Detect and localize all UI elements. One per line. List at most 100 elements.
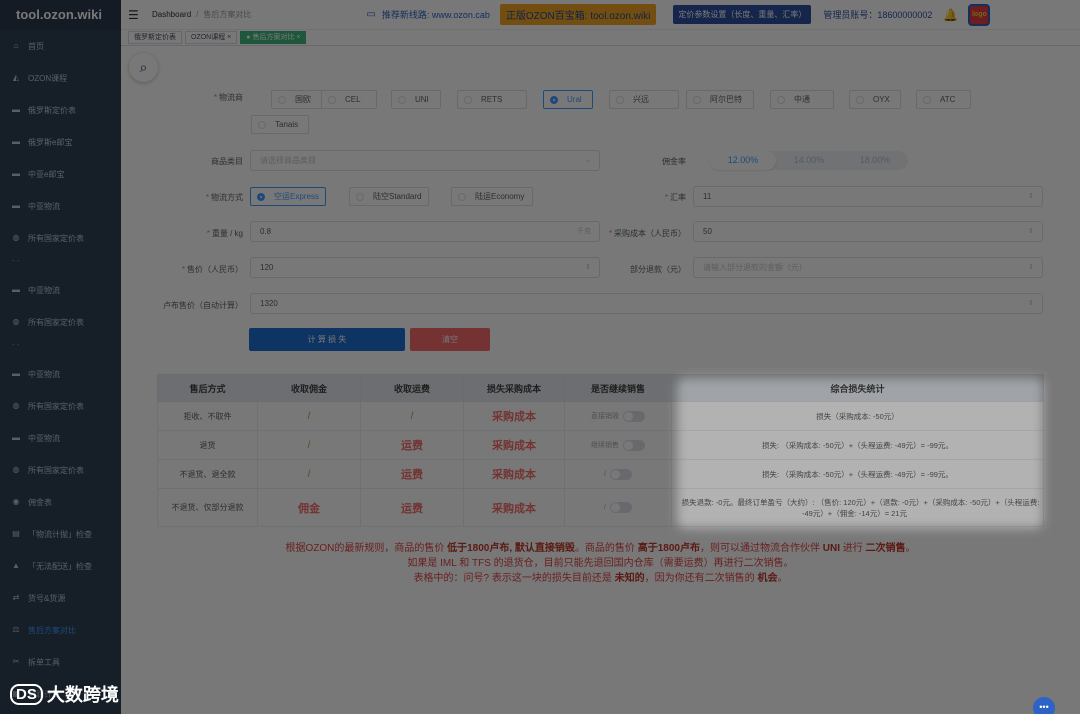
resell-toggle[interactable] xyxy=(623,410,645,422)
carrier-radio[interactable]: Ural xyxy=(543,90,593,109)
route-link[interactable]: 推荐新线路: www.ozon.cab xyxy=(382,8,490,21)
note-line: 表格中的：问号? 表示这一块的损失目前还是 未知的，因为你还有二次销售的 机会。 xyxy=(413,573,788,584)
sidebar-item-label: 所有国家定价表 xyxy=(28,401,84,411)
people-icon: ◉ xyxy=(12,497,20,506)
sidebar-item[interactable]: ▬ 俄罗斯定价表 xyxy=(0,94,121,126)
cost-input[interactable]: 50 ⇕ xyxy=(693,221,1043,242)
tag-aftersale[interactable]: ● 售后方案对比 × xyxy=(240,31,307,44)
sidebar-item[interactable]: ◭ OZON课程 xyxy=(0,62,121,94)
sidebar-item[interactable]: ▬ 俄罗斯e邮宝 xyxy=(0,126,121,158)
method-radio[interactable]: 陆空Standard xyxy=(349,187,429,206)
sidebar-item[interactable]: ▬ 中亚物流 xyxy=(0,358,121,390)
truck-icon: ▬ xyxy=(12,169,20,178)
method-radio[interactable]: 空运Express xyxy=(250,187,326,206)
promo-banner[interactable]: 正版OZON百宝箱: tool.ozon.wiki xyxy=(499,4,657,25)
breadcrumb-separator: / xyxy=(196,10,199,19)
method-radio[interactable]: 陆运Economy xyxy=(451,187,533,206)
sidebar-item[interactable]: ▬ 中亚e邮宝 xyxy=(0,158,121,190)
table-cell: 继续销售 xyxy=(564,430,672,460)
carrier-label-text: RETS xyxy=(481,95,503,104)
app-logo[interactable]: tool.ozon.wiki xyxy=(0,0,121,30)
sidebar-item-label: 中亚物流 xyxy=(28,285,60,295)
watermark-text: 大数跨境 xyxy=(46,685,119,705)
carrier-radio[interactable]: RETS xyxy=(457,90,527,109)
rate-label: * 汇率 xyxy=(664,193,686,202)
category-select[interactable]: 请选择商品类目 ⌄ xyxy=(250,150,600,171)
calculate-button[interactable]: 计 算 损 失 xyxy=(249,328,405,351)
sidebar-item[interactable]: ▬ 中亚物流 xyxy=(0,274,121,306)
carrier-label-text: 阿尔巴特 xyxy=(710,95,742,104)
carrier-radio[interactable]: Tanais xyxy=(251,115,309,134)
carrier-radio[interactable]: 阿尔巴特 xyxy=(686,90,754,109)
search-icon[interactable]: ⌕ xyxy=(129,53,158,82)
stepper-icon[interactable]: ⇕ xyxy=(1028,187,1034,206)
bell-icon[interactable]: 🔔 xyxy=(943,8,958,22)
pricing-params-button[interactable]: 定价参数设置（长度、重量、汇率） xyxy=(673,5,812,24)
sidebar-item[interactable]: ◍ 所有国家定价表 xyxy=(0,454,121,486)
sidebar-item[interactable]: ⚖ 售后方案对比 xyxy=(0,614,121,646)
table-cell: 采购成本 xyxy=(463,430,565,460)
sidebar-item-label: 所有国家定价表 xyxy=(28,465,84,475)
sidebar-item[interactable]: ▬ 中亚物流 xyxy=(0,190,121,222)
sidebar-item-label: 俄罗斯e邮宝 xyxy=(28,137,73,147)
breadcrumb-home[interactable]: Dashboard xyxy=(152,10,191,19)
sidebar-item[interactable]: ▤ 「物流计抛」检查 xyxy=(0,518,121,550)
radio-icon xyxy=(258,120,266,129)
radio-icon xyxy=(616,95,624,104)
rub-input[interactable]: 1320 ⇕ xyxy=(250,293,1043,314)
commission-option[interactable]: 14.00% xyxy=(776,151,842,170)
table-cell: 佣金 xyxy=(257,488,361,527)
carrier-radio[interactable]: OYX xyxy=(849,90,901,109)
carrier-radio[interactable]: ATC xyxy=(916,90,971,109)
carrier-radio[interactable]: 兴远 xyxy=(609,90,679,109)
cost-label: * 采购成本（人民币） xyxy=(608,229,686,238)
truck-icon: ▬ xyxy=(12,137,20,146)
tag-course[interactable]: OZON课程 × xyxy=(185,31,238,44)
carrier-radio[interactable]: 国欧 xyxy=(271,90,323,109)
sidebar-item[interactable]: ◍ 所有国家定价表 xyxy=(0,306,121,338)
sidebar-item[interactable]: ▬ 中亚物流 xyxy=(0,422,121,454)
tag-pricing[interactable]: 俄罗斯定价表 xyxy=(128,31,182,44)
refund-input[interactable]: 请输入部分退款的金额（元） ⇕ xyxy=(693,257,1043,278)
resell-toggle[interactable] xyxy=(609,502,632,513)
globe-icon: ◍ xyxy=(12,465,20,474)
carrier-radio[interactable]: 中通 xyxy=(770,90,834,109)
chat-icon[interactable]: ••• xyxy=(1033,697,1055,714)
scale-icon: ⚖ xyxy=(12,625,20,634)
sidebar-item[interactable]: ⇄ 货号&货源 xyxy=(0,582,121,614)
carrier-radio[interactable]: CEL xyxy=(321,90,377,109)
avatar-text: logo xyxy=(971,11,987,18)
commission-segmented[interactable]: 12.00% 14.00% 18.00% xyxy=(710,151,908,170)
sidebar-item-label: 所有国家定价表 xyxy=(28,317,84,327)
stepper-icon[interactable]: ⇕ xyxy=(585,258,591,277)
rate-input[interactable]: 11 ⇕ xyxy=(693,186,1043,207)
avatar[interactable]: logo xyxy=(968,3,991,26)
price-input[interactable]: 120 ⇕ xyxy=(250,257,600,278)
stepper-icon[interactable]: ⇕ xyxy=(1028,294,1034,313)
stepper-icon[interactable]: ⇕ xyxy=(1028,258,1034,277)
table-cell: 采购成本 xyxy=(463,488,565,527)
sidebar-item[interactable]: ⌂ 首页 xyxy=(0,30,121,62)
commission-option[interactable]: 12.00% xyxy=(710,151,776,170)
sidebar-item[interactable]: ✂ 拆单工具 xyxy=(0,646,121,678)
resell-toggle[interactable] xyxy=(609,468,632,480)
weight-input[interactable]: 0.8 千克 xyxy=(250,221,600,242)
clear-button[interactable]: 清空 xyxy=(410,328,490,351)
cost-value: 采购成本 xyxy=(492,469,536,481)
hamburger-icon[interactable]: ☰ xyxy=(128,8,142,22)
printer-icon: ▤ xyxy=(12,529,20,538)
carrier-label-text: CEL xyxy=(345,95,361,104)
stepper-icon[interactable]: ⇕ xyxy=(1028,222,1034,241)
carrier-radio[interactable]: UNI xyxy=(391,90,441,109)
sidebar-item[interactable]: ◉ 佣金表 xyxy=(0,486,121,518)
table-row: 拒收、不取件 / / 采购成本 直接销毁 损失（采购成本: -50元） xyxy=(157,401,1044,431)
resell-toggle[interactable] xyxy=(623,439,645,451)
sidebar-item[interactable]: ◍ 所有国家定价表 xyxy=(0,222,121,254)
radio-icon xyxy=(398,95,406,104)
breadcrumb-current: 售后方案对比 xyxy=(203,10,252,19)
sidebar-item[interactable]: ◍ 所有国家定价表 xyxy=(0,390,121,422)
carrier-label-text: 中通 xyxy=(794,95,810,104)
note-line: 如果是 IML 和 TFS 的退货仓，目前只能先退回国内仓库（需要运费）再进行二… xyxy=(407,558,794,569)
sidebar-item[interactable]: ▲ 「无法配送」检查 xyxy=(0,550,121,582)
commission-option[interactable]: 18.00% xyxy=(842,151,908,170)
